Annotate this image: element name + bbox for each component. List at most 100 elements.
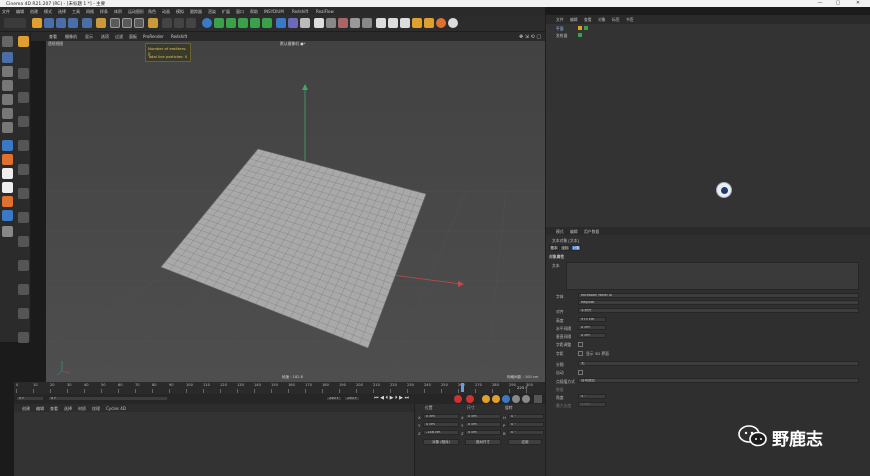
minimize-button[interactable]: — [812,0,828,6]
sky-icon[interactable] [326,18,336,28]
edges-mode-icon[interactable] [2,108,13,119]
height-field[interactable]: 975 cm [578,317,606,322]
auto-key-icon[interactable] [466,395,474,403]
mat-menu-create[interactable]: 创建 [22,406,30,412]
close-button[interactable]: ✕ [850,0,866,6]
recent-tool-icon[interactable] [82,18,92,28]
scale-tool-icon[interactable] [56,18,66,28]
deformer-icon[interactable] [250,18,260,28]
tool-slot-icon-1[interactable] [18,68,29,79]
size-mode-dropdown[interactable]: 绝对尺寸 [465,439,501,445]
tool-slot-icon-7[interactable] [18,212,29,223]
redshift-icon[interactable] [400,18,410,28]
perspective-viewport[interactable]: 透视视图 默认摄像机 ●* 帧速 : 182.8 网格间距 : 100 cm [46,41,545,382]
object-row-plane[interactable]: 平面 [550,26,610,32]
key-scale-icon[interactable] [492,395,500,403]
attr-menu-mode[interactable]: 模式 [556,229,564,235]
tool-slot-icon-11[interactable] [18,308,29,319]
snap-icon[interactable] [2,140,13,151]
min-frame-field[interactable]: 0 F [48,396,168,401]
playhead[interactable] [461,383,464,392]
camera-icon[interactable] [288,18,298,28]
coord-mode-dropdown[interactable]: 对象 (相对) [423,439,459,445]
viewport-nav-icons[interactable]: ✥ ⇲ ⟲ ▢ [519,34,541,40]
preview-checkbox[interactable] [578,351,583,356]
tag-icon[interactable] [338,18,348,28]
timeline[interactable]: 0 10 20 30 40 50 60 70 80 90 100 110 120 130 140 150 160… [14,382,545,394]
x-particles-icon[interactable] [388,18,398,28]
vspace-field[interactable]: 0 cm [578,333,606,338]
mat-menu-select[interactable]: 选择 [64,406,72,412]
tool-slot-icon-9[interactable] [18,260,29,271]
tool-slot-icon-4[interactable] [18,140,29,151]
hspace-field[interactable]: 0 cm [578,325,606,330]
x-axis-icon[interactable] [110,18,120,28]
font-style-dropdown[interactable]: Regular [578,300,859,305]
om-menu-bookmarks[interactable]: 书签 [626,17,634,23]
select-tool-icon[interactable] [32,18,42,28]
plugin-icon-2[interactable] [2,168,13,179]
attr-menu-userdata[interactable]: 用户数据 [584,229,599,235]
tool-slot-icon-3[interactable] [18,116,29,127]
cube-primitive-icon[interactable] [202,18,212,28]
polygons-mode-icon[interactable] [2,122,13,133]
y-axis-icon[interactable] [122,18,132,28]
pos-y-field[interactable]: 0 cm [423,422,459,427]
move-tool-icon[interactable] [44,18,54,28]
apply-button[interactable]: 应用 [508,439,542,445]
points-mode-icon[interactable] [2,94,13,105]
maximize-button[interactable]: ▢ [830,0,846,6]
max-length-field[interactable]: 5 cm [578,402,606,407]
tool-slot-icon-6[interactable] [18,188,29,199]
mirror-checkbox[interactable] [578,370,583,375]
subdivision-icon[interactable] [226,18,236,28]
cloner-icon[interactable] [238,18,248,28]
menu-realflow[interactable]: RealFlow [316,9,334,14]
octane-icon[interactable] [412,18,422,28]
light-icon[interactable] [300,18,310,28]
plugin-icon-4[interactable] [2,196,13,207]
sep-dropdown[interactable]: 无 [578,361,859,366]
mat-menu-material[interactable]: 材质 [78,406,86,412]
om-menu-file[interactable]: 文件 [556,17,564,23]
mat-menu-texture[interactable]: 纹理 [92,406,100,412]
plugin-s-icon[interactable] [436,18,446,28]
attr-menu-edit[interactable]: 编辑 [570,229,578,235]
vp-menu-prorender[interactable]: ProRender [143,34,164,39]
xpresso-icon[interactable] [350,18,360,28]
vp-menu-options[interactable]: 选项 [101,34,109,40]
plane-tag-icon[interactable] [578,26,582,30]
scene-icon[interactable] [276,18,286,28]
mat-menu-cycles4d[interactable]: Cycles 4D [106,406,126,411]
pos-x-field[interactable]: 0 cm [423,414,459,419]
rot-b-field[interactable]: 0 ° [508,430,544,435]
field-icon[interactable] [262,18,272,28]
model-mode-icon[interactable] [2,52,13,63]
key-pos-icon[interactable] [482,395,490,403]
render-view-icon[interactable] [162,18,172,28]
tool-slot-icon-8[interactable] [18,236,29,247]
attr-tab-object[interactable]: 对象 [571,245,581,251]
coordinate-system-icon[interactable] [148,18,158,28]
vp-menu-panel[interactable]: 面板 [129,34,137,40]
size-x-field[interactable]: 0 cm [465,414,501,419]
start-frame-field[interactable]: 0 F [16,396,44,401]
vp-menu-cameras[interactable]: 摄像机 [65,34,77,40]
record-icon[interactable] [454,395,462,403]
om-menu-edit[interactable]: 编辑 [570,17,578,23]
undo-redo-icon[interactable] [4,18,26,28]
attr-tab-basic[interactable]: 基本 [549,245,559,251]
plugin-icon-5[interactable] [2,210,13,221]
lock-axis-icon[interactable] [96,18,106,28]
floor-icon[interactable] [314,18,324,28]
size-z-field[interactable]: 0 cm [465,430,501,435]
tool-slot-icon-2[interactable] [18,92,29,103]
rotate-tool-icon[interactable] [68,18,78,28]
pen-spline-icon[interactable] [214,18,224,28]
om-menu-object[interactable]: 对象 [598,17,606,23]
plugin-icon-6[interactable] [2,226,13,237]
point-interp-dropdown[interactable]: 自动适应 [578,378,859,383]
tool-slot-icon-5[interactable] [18,164,29,175]
size-y-field[interactable]: 0 cm [465,422,501,427]
workplane-icon[interactable] [2,80,13,91]
